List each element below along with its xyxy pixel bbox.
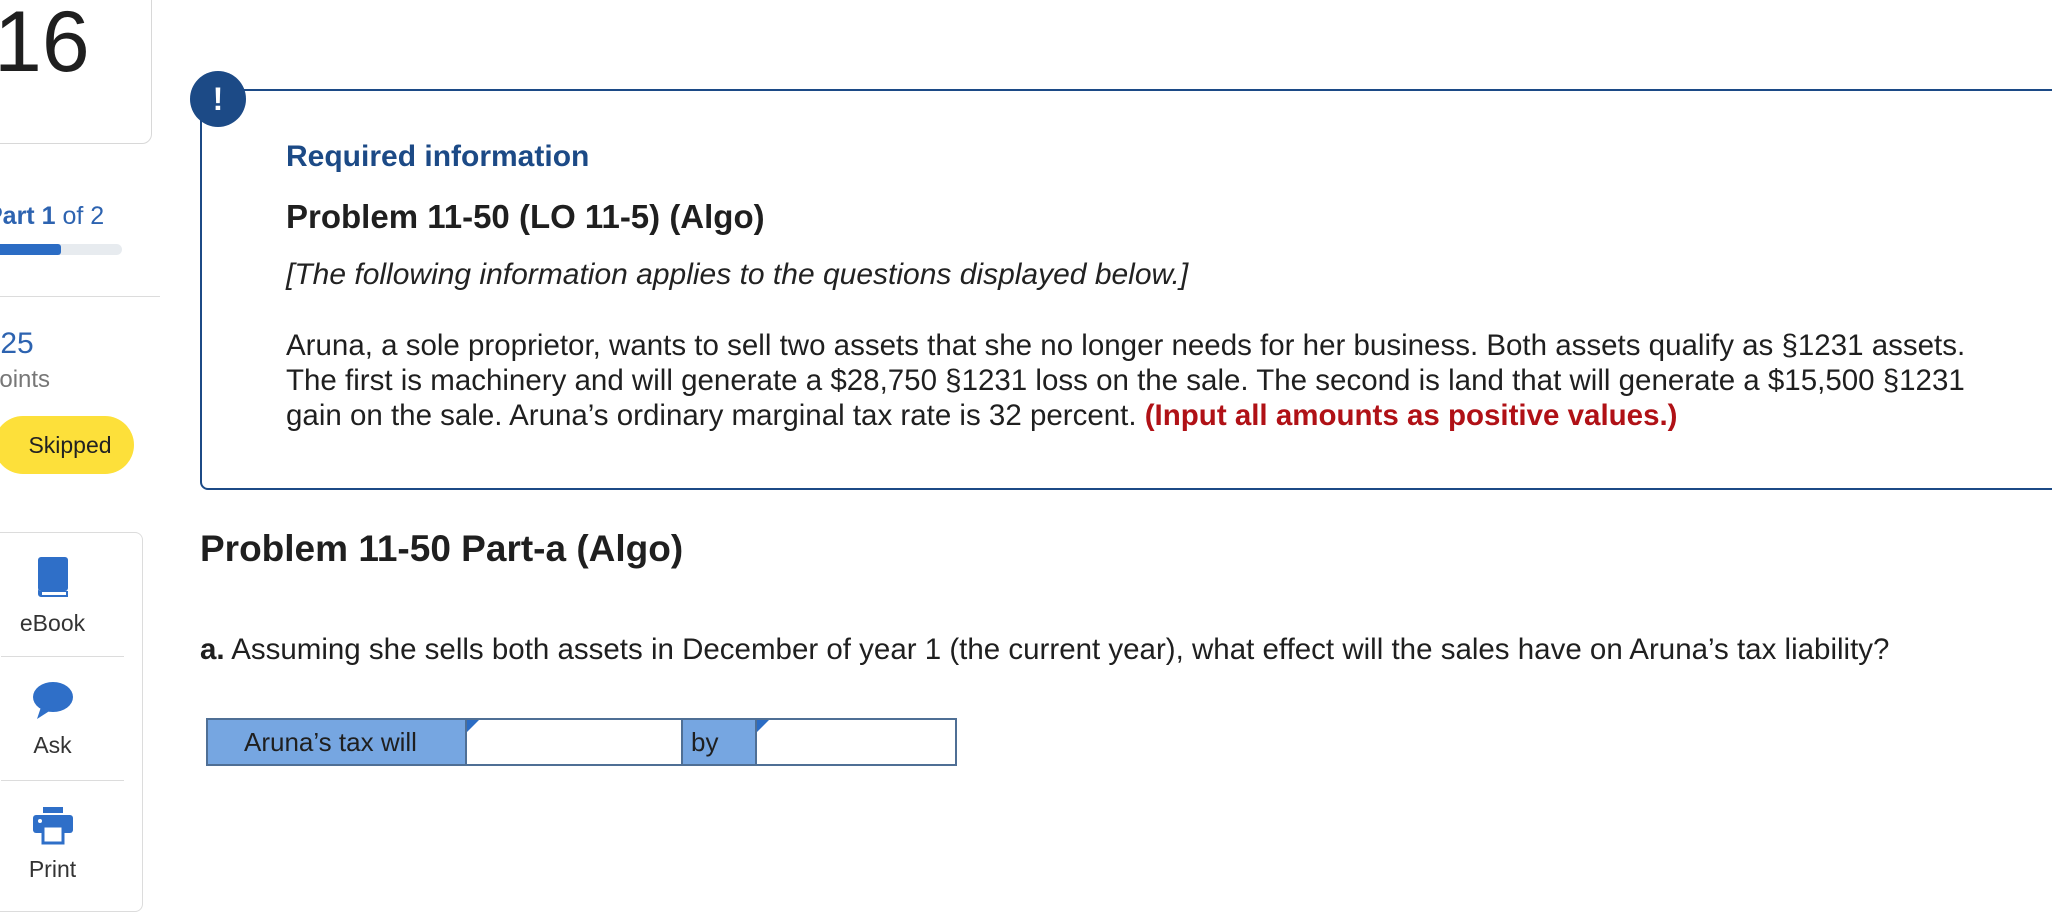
part-progress-bar (0, 244, 122, 255)
tax-effect-dropdown[interactable] (467, 720, 683, 764)
status-badge: Skipped (0, 416, 134, 474)
info-note: [The following information applies to th… (286, 258, 1189, 291)
tool-divider (1, 656, 124, 657)
ebook-label: eBook (19, 610, 86, 636)
question-number-card: 16 (0, 0, 152, 144)
part-heading: Problem 11-50 Part-a (Algo) (200, 528, 684, 569)
print-button[interactable]: Print (0, 805, 124, 883)
print-label: Print (28, 856, 77, 882)
part-indicator: Part 1 of 2 (0, 202, 104, 231)
problem-statement-text: Aruna, a sole proprietor, wants to sell … (286, 329, 1966, 432)
ask-label: Ask (33, 732, 72, 758)
part-progress-fill (0, 244, 61, 255)
answer-connector: by (683, 720, 757, 764)
tax-amount-input[interactable] (757, 720, 955, 764)
points-value: .25 (0, 327, 34, 360)
required-info-heading: Required information (286, 140, 590, 173)
problem-title: Problem 11-50 (LO 11-5) (Algo) (286, 198, 765, 235)
question-text: a. Assuming she sells both assets in Dec… (200, 633, 1889, 667)
speech-bubble-icon (31, 682, 75, 725)
problem-statement: Aruna, a sole proprietor, wants to sell … (286, 328, 1982, 433)
printer-icon (31, 807, 75, 849)
part-prefix: Part (0, 202, 35, 230)
input-instruction: (Input all amounts as positive values.) (1144, 399, 1678, 432)
question-body: Assuming she sells both assets in Decemb… (231, 633, 1890, 666)
question-label: a. (200, 633, 225, 666)
question-number: 16 (0, 0, 90, 90)
answer-table: Aruna’s tax will by (206, 718, 957, 766)
ask-button[interactable]: Ask (0, 681, 124, 759)
part-separator: of (62, 202, 84, 230)
answer-row-label: Aruna’s tax will (208, 720, 467, 764)
part-total: 2 (90, 202, 105, 230)
alert-icon: ! (190, 71, 246, 127)
sidebar-divider (0, 296, 160, 297)
tool-divider (1, 780, 124, 781)
book-icon (34, 557, 72, 603)
tools-panel: eBook Ask Print (0, 532, 143, 912)
part-current: 1 (41, 202, 56, 230)
points-label: points (0, 366, 51, 393)
ebook-button[interactable]: eBook (0, 555, 124, 637)
